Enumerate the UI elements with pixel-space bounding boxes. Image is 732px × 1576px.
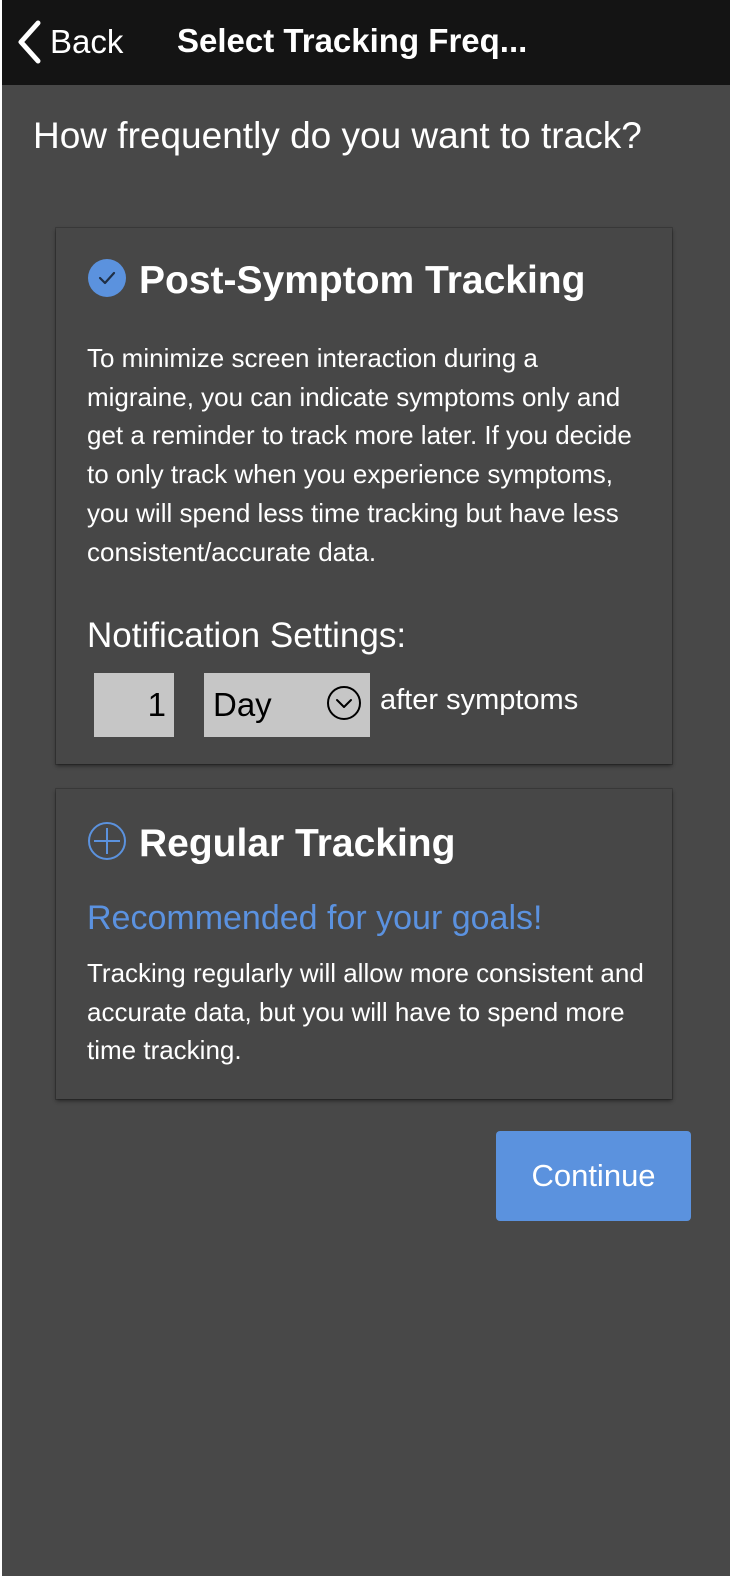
chevron-down-circle-icon bbox=[326, 685, 362, 726]
chevron-left-icon bbox=[16, 20, 42, 64]
notification-unit-value: Day bbox=[213, 686, 272, 723]
plus-circle-icon bbox=[87, 821, 127, 866]
option-title: Post-Symptom Tracking bbox=[139, 258, 586, 302]
question-heading: How frequently do you want to track? bbox=[33, 115, 642, 156]
recommendation-label: Recommended for your goals! bbox=[87, 899, 543, 937]
check-circle-icon bbox=[87, 258, 127, 303]
continue-button[interactable]: Continue bbox=[496, 1131, 691, 1221]
option-description: To minimize screen interaction during a … bbox=[87, 343, 632, 567]
notification-amount-input[interactable] bbox=[94, 673, 174, 737]
notification-settings-label: Notification Settings: bbox=[87, 616, 407, 655]
screen: Back Select Tracking Freq... How frequen… bbox=[2, 0, 730, 1576]
option-description: Tracking regularly will allow more consi… bbox=[87, 958, 644, 1066]
option-header-post-symptom[interactable]: Post-Symptom Tracking bbox=[87, 258, 585, 303]
back-label: Back bbox=[50, 23, 124, 60]
nav-bar: Back Select Tracking Freq... bbox=[2, 0, 730, 85]
notification-suffix-label: after symptoms bbox=[380, 684, 579, 716]
option-card-post-symptom[interactable]: Post-Symptom Tracking To minimize screen… bbox=[56, 228, 672, 764]
option-title: Regular Tracking bbox=[139, 821, 456, 865]
page-title: Select Tracking Freq... bbox=[177, 22, 528, 59]
option-card-regular[interactable]: Regular Tracking Recommended for your go… bbox=[56, 789, 672, 1099]
notification-unit-select[interactable]: Day bbox=[204, 673, 370, 737]
back-button[interactable]: Back bbox=[16, 20, 123, 64]
option-header-regular[interactable]: Regular Tracking bbox=[87, 821, 455, 866]
